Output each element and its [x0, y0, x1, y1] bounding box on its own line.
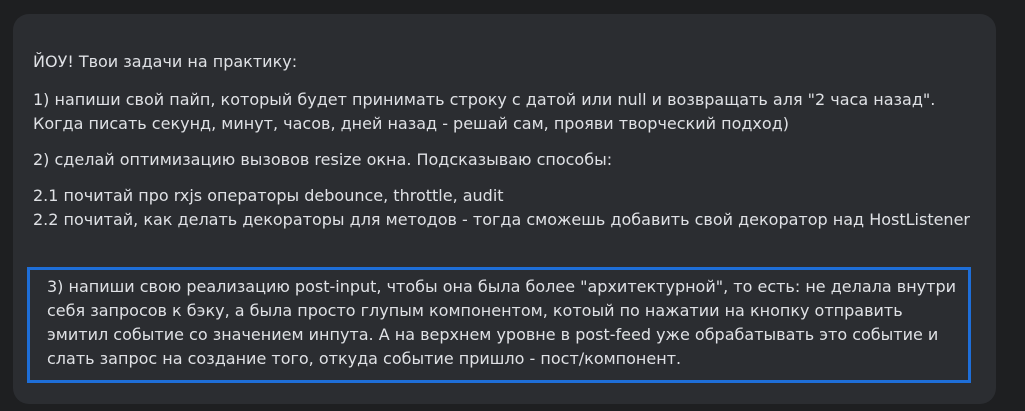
task-2-1: 2.1 почитай про rxjs операторы debounce,… — [33, 186, 504, 205]
task-2: 2) сделай оптимизацию вызовов resize окн… — [33, 150, 613, 169]
selected-task-highlight[interactable]: 3) напиши свою реализацию post-input, чт… — [27, 267, 971, 383]
task-3: 3) напиши свою реализацию post-input, чт… — [47, 277, 957, 368]
task-1: 1) напиши свой пайп, который будет прини… — [33, 90, 936, 133]
task-2-2: 2.2 почитай, как делать декораторы для м… — [33, 210, 970, 229]
message-content: ЙОУ! Твои задачи на практику: 1) напиши … — [33, 36, 983, 232]
message-title: ЙОУ! Твои задачи на практику: — [33, 52, 298, 71]
